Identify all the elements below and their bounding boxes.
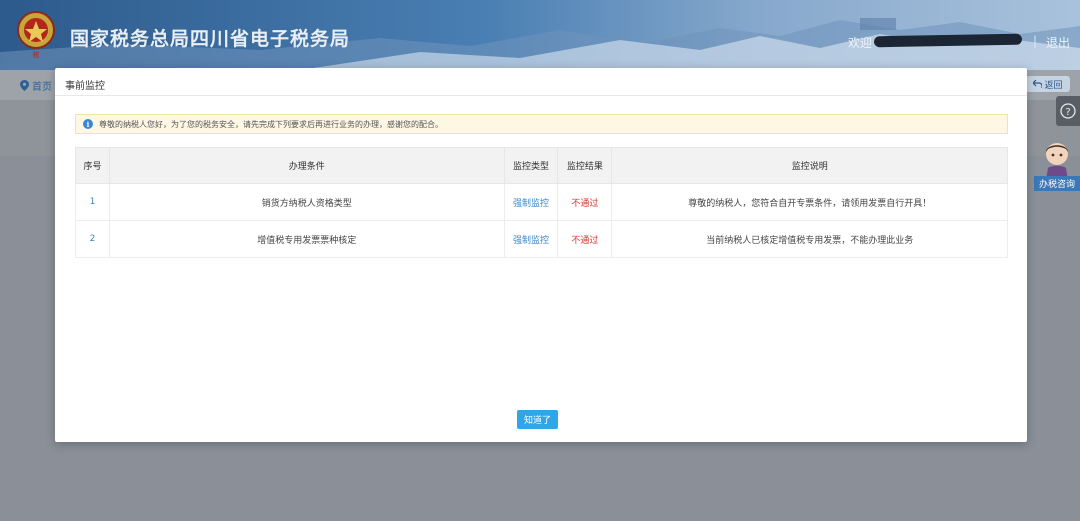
help-button[interactable]: ? (1056, 96, 1080, 126)
info-icon: i (83, 119, 93, 129)
welcome-text: 欢迎 (848, 36, 873, 50)
svg-text:税: 税 (33, 50, 40, 59)
col-header-type: 监控类型 (503, 147, 559, 184)
col-header-condition: 办理条件 (108, 147, 505, 184)
header-separator: | (1033, 34, 1038, 48)
col-header-description: 监控说明 (611, 147, 1008, 184)
col-header-index: 序号 (75, 147, 110, 184)
notice-banner: i 尊敬的纳税人您好，为了您的税务安全，请先完成下列要求后再进行业务的办理，感谢… (75, 114, 1008, 134)
table-header-row: 序号 办理条件 监控类型 监控结果 监控说明 (75, 147, 1008, 184)
tax-emblem-icon: 税 (17, 11, 55, 59)
location-pin-icon (20, 80, 29, 91)
monitor-table: 序号 办理条件 监控类型 监控结果 监控说明 1 销货方纳税人资格类型 强制监控… (75, 147, 1008, 258)
question-icon: ? (1060, 103, 1076, 119)
row-condition: 增值税专用发票票种核定 (108, 220, 505, 258)
row-index: 2 (75, 220, 110, 258)
row-result: 不通过 (557, 183, 613, 221)
consult-button[interactable]: 办税咨询 (1034, 176, 1080, 191)
row-condition: 销货方纳税人资格类型 (108, 183, 505, 221)
consultant-avatar-icon[interactable] (1040, 140, 1074, 180)
dialog-divider (55, 95, 1027, 96)
site-title: 国家税务总局四川省电子税务局 (70, 28, 351, 50)
row-index: 1 (75, 183, 110, 221)
acknowledge-button[interactable]: 知道了 (517, 410, 558, 429)
col-header-result: 监控结果 (557, 147, 613, 184)
row-description: 当前纳税人已核定增值税专用发票，不能办理此业务 (611, 220, 1008, 258)
back-label: 返回 (1044, 80, 1063, 91)
row-monitor-type[interactable]: 强制监控 (503, 183, 559, 221)
logout-link[interactable]: 退出 (1046, 34, 1070, 51)
row-monitor-type[interactable]: 强制监控 (503, 220, 559, 258)
dialog-title: 事前监控 (65, 81, 105, 92)
table-row: 2 增值税专用发票票种核定 强制监控 不通过 当前纳税人已核定增值税专用发票，不… (75, 220, 1008, 258)
svg-text:?: ? (1065, 107, 1070, 118)
home-label: 首页 (32, 82, 52, 93)
site-header: 税 国家税务总局四川省电子税务局 欢迎 | 退出 (0, 0, 1080, 70)
back-arrow-icon (1033, 80, 1043, 88)
back-button[interactable]: 返回 (1026, 76, 1070, 92)
table-row: 1 销货方纳税人资格类型 强制监控 不通过 尊敬的纳税人，您符合自开专票条件，请… (75, 183, 1008, 221)
pre-monitor-dialog: 事前监控 i 尊敬的纳税人您好，为了您的税务安全，请先完成下列要求后再进行业务的… (55, 68, 1027, 442)
notice-text: 尊敬的纳税人您好，为了您的税务安全，请先完成下列要求后再进行业务的办理，感谢您的… (99, 119, 443, 129)
row-result: 不通过 (557, 220, 613, 258)
home-breadcrumb[interactable]: 首页 (20, 78, 52, 93)
row-description: 尊敬的纳税人，您符合自开专票条件，请领用发票自行开具！ (611, 183, 1008, 221)
